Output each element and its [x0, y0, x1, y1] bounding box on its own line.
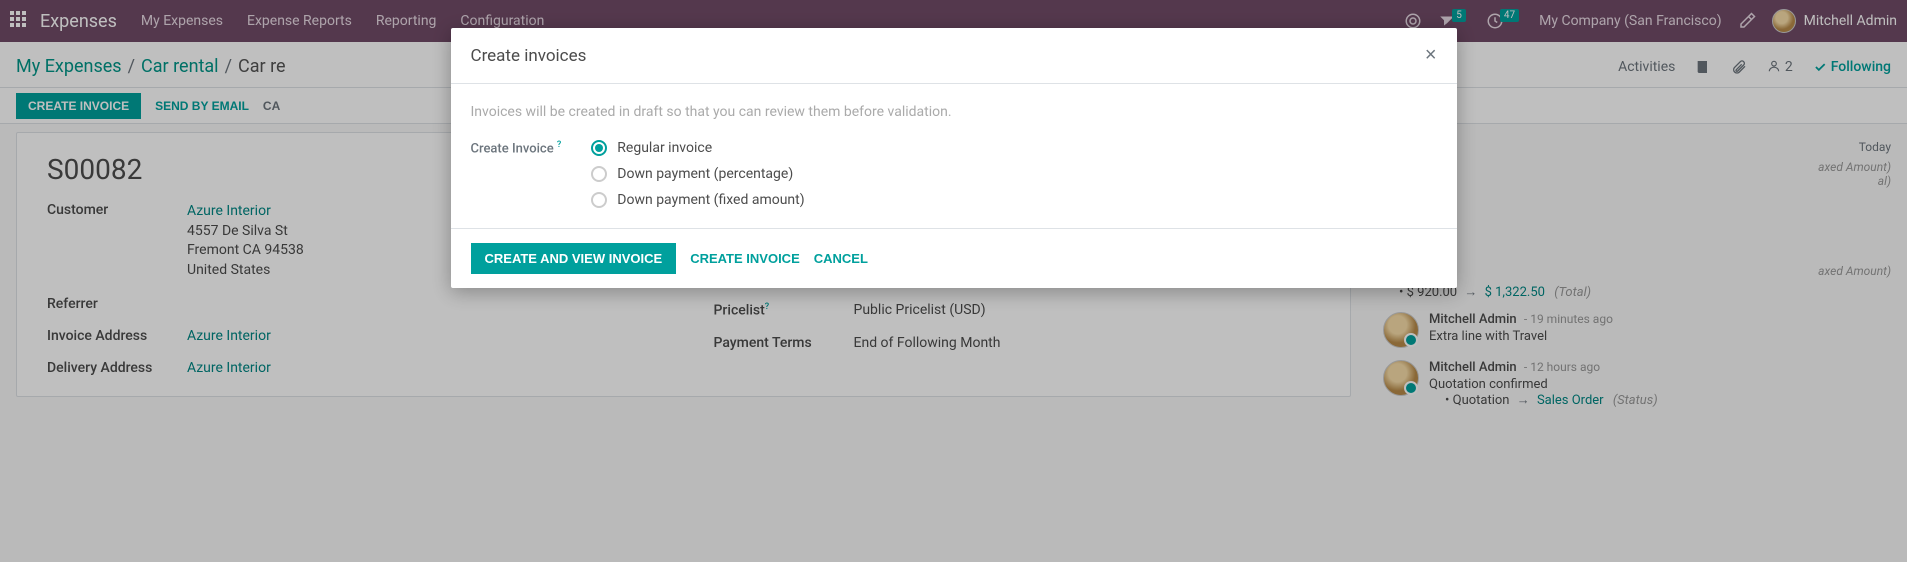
radio-icon	[591, 166, 607, 182]
invoice-method-radio-group: Regular invoice Down payment (percentage…	[591, 140, 804, 208]
radio-icon	[591, 140, 607, 156]
modal-hint: Invoices will be created in draft so tha…	[471, 104, 1437, 120]
modal-title: Create invoices	[471, 46, 587, 66]
close-icon[interactable]: ×	[1425, 44, 1437, 67]
create-invoice-modal-button[interactable]: CREATE INVOICE	[690, 251, 800, 266]
radio-regular-invoice[interactable]: Regular invoice	[591, 140, 804, 156]
create-invoices-modal: Create invoices × Invoices will be creat…	[451, 28, 1457, 288]
help-icon[interactable]: ?	[557, 140, 561, 150]
create-and-view-invoice-button[interactable]: CREATE AND VIEW INVOICE	[471, 243, 677, 274]
radio-label: Regular invoice	[617, 140, 712, 156]
radio-label: Down payment (percentage)	[617, 166, 793, 182]
radio-down-payment-fixed[interactable]: Down payment (fixed amount)	[591, 192, 804, 208]
radio-label: Down payment (fixed amount)	[617, 192, 804, 208]
cancel-modal-button[interactable]: CANCEL	[814, 251, 868, 266]
radio-icon	[591, 192, 607, 208]
create-invoice-field-label: Create Invoice ?	[471, 140, 562, 156]
radio-down-payment-percentage[interactable]: Down payment (percentage)	[591, 166, 804, 182]
